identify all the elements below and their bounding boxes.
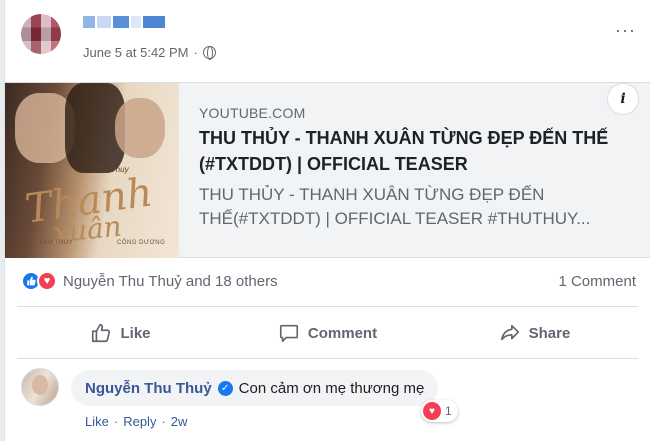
comment-reaction-count: 1 xyxy=(445,404,452,418)
link-preview-text[interactable]: YOUTUBE.COM THU THỦY - THANH XUÂN TỪNG Đ… xyxy=(179,83,650,257)
reaction-summary-text[interactable]: Nguyễn Thu Thuỷ and 18 others xyxy=(63,273,278,290)
comment-age[interactable]: 2w xyxy=(171,414,188,429)
thumbnail-figure xyxy=(115,98,165,158)
link-preview-card[interactable]: ThuThuy Thanh xuân THU THUY CÔNG DƯƠNG Y… xyxy=(5,82,650,258)
link-domain: YOUTUBE.COM xyxy=(199,105,306,121)
more-options-icon[interactable]: ··· xyxy=(615,20,636,41)
video-thumbnail[interactable]: ThuThuy Thanh xuân THU THUY CÔNG DƯƠNG xyxy=(5,83,179,258)
love-reaction-icon: ♥ xyxy=(37,271,57,291)
comment-author-name[interactable]: Nguyễn Thu Thuỷ xyxy=(85,380,212,397)
comment-reaction-badge[interactable]: ♥ 1 xyxy=(421,400,458,422)
thumbnail-credit: CÔNG DƯƠNG xyxy=(117,240,166,246)
comment-bubble: Nguyễn Thu Thuỷ ✓ Con cảm ơn mẹ thương m… xyxy=(71,370,439,406)
comment-author-avatar[interactable] xyxy=(21,368,59,406)
love-reaction-icon: ♥ xyxy=(423,402,441,420)
divider xyxy=(17,358,638,359)
comment-button[interactable]: Comment xyxy=(224,312,431,354)
globe-icon[interactable] xyxy=(202,46,216,60)
thumbs-up-icon xyxy=(92,323,111,343)
share-icon xyxy=(500,324,519,341)
comment-like-link[interactable]: Like xyxy=(85,414,109,429)
link-headline[interactable]: THU THỦY - THANH XUÂN TỪNG ĐẸP ĐẾN THẾ (… xyxy=(199,125,637,177)
post-author-avatar[interactable] xyxy=(21,14,61,54)
feed-post: June 5 at 5:42 PM · ··· ThuThuy Thanh xu… xyxy=(4,0,650,441)
comment-text: Con cảm ơn mẹ thương mẹ xyxy=(238,379,425,397)
thumbnail-artist: THU THUY xyxy=(39,240,74,246)
post-timestamp[interactable]: June 5 at 5:42 PM xyxy=(83,45,189,60)
post-author-name-redacted[interactable] xyxy=(83,16,165,30)
like-button-label: Like xyxy=(120,324,151,342)
share-button-label: Share xyxy=(528,324,571,342)
verified-badge-icon: ✓ xyxy=(217,380,233,396)
comment-reply-link[interactable]: Reply xyxy=(123,414,156,429)
divider xyxy=(17,306,638,307)
info-icon[interactable]: i xyxy=(607,83,639,115)
post-action-bar: Like Comment Share xyxy=(17,312,638,354)
comment-actions: Like · Reply · 2w xyxy=(85,414,188,429)
comment-icon xyxy=(279,324,298,343)
reaction-icons: ♥ xyxy=(21,271,57,291)
link-description: THU THỦY - THANH XUÂN TỪNG ĐẸP ĐẾN THẾ(#… xyxy=(199,185,591,228)
post-meta: June 5 at 5:42 PM · xyxy=(83,45,216,60)
share-button[interactable]: Share xyxy=(431,312,638,354)
comments-count-link[interactable]: 1 Comment xyxy=(558,273,636,290)
comment-button-label: Comment xyxy=(307,324,378,342)
like-button[interactable]: Like xyxy=(17,312,224,354)
reaction-summary[interactable]: ♥ Nguyễn Thu Thuỷ and 18 others xyxy=(21,271,278,291)
